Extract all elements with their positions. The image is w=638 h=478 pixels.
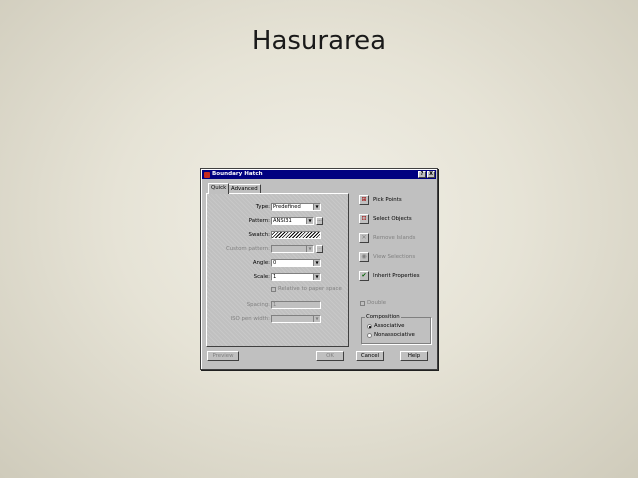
select-objects-icon[interactable]: ⊡	[359, 214, 369, 224]
relative-paper-space-label: Relative to paper space	[278, 286, 342, 292]
chevron-down-icon: ▼	[306, 246, 313, 252]
dialog-titlebar[interactable]: Boundary Hatch ? X	[202, 170, 436, 179]
composition-title: Composition	[365, 314, 401, 321]
composition-group: Composition Associative Nonassociative	[361, 314, 431, 344]
slide-title: Hasurarea	[251, 26, 387, 56]
pick-points-label: Pick Points	[373, 197, 402, 203]
associative-radio[interactable]	[367, 324, 372, 329]
relative-paper-space-checkbox[interactable]	[271, 287, 276, 292]
preview-button[interactable]: Preview	[207, 351, 239, 361]
ok-button[interactable]: OK	[316, 351, 344, 361]
associative-label: Associative	[374, 323, 405, 329]
cancel-button[interactable]: Cancel	[356, 351, 384, 361]
inherit-properties-label: Inherit Properties	[373, 273, 420, 279]
remove-islands-action[interactable]: ✕ Remove Islands	[359, 233, 439, 245]
view-selections-action[interactable]: ◉ View Selections	[359, 252, 439, 264]
swatch-preview[interactable]	[271, 231, 321, 239]
chevron-down-icon: ▼	[306, 218, 313, 224]
view-selections-icon[interactable]: ◉	[359, 252, 369, 262]
scale-dropdown[interactable]: 1 ▼	[271, 273, 321, 281]
spacing-input[interactable]: 1	[271, 301, 321, 309]
angle-value: 0	[273, 260, 277, 266]
iso-pen-width-label: ISO pen width:	[230, 316, 270, 322]
help-button[interactable]: Help	[400, 351, 428, 361]
boundary-hatch-dialog: Boundary Hatch ? X Quick Advanced Type: …	[200, 168, 438, 370]
custom-pattern-label: Custom pattern:	[226, 246, 270, 252]
pattern-dropdown[interactable]: ANSI31 ▼	[271, 217, 314, 225]
nonassociative-radio[interactable]	[367, 333, 372, 338]
type-value: Predefined	[273, 204, 301, 210]
remove-islands-icon[interactable]: ✕	[359, 233, 369, 243]
app-icon	[204, 171, 210, 178]
type-dropdown[interactable]: Predefined ▼	[271, 203, 321, 211]
pattern-value: ANSI31	[273, 218, 292, 224]
nonassociative-label: Nonassociative	[374, 332, 415, 338]
double-label: Double	[367, 300, 387, 306]
select-objects-label: Select Objects	[373, 216, 412, 222]
chevron-down-icon: ▼	[313, 204, 320, 210]
tab-quick[interactable]: Quick	[208, 183, 230, 194]
pick-points-action[interactable]: ⊞ Pick Points	[359, 195, 439, 207]
swatch-label: Swatch:	[248, 232, 270, 238]
pattern-browse-button[interactable]: …	[316, 217, 323, 225]
chevron-down-icon: ▼	[313, 316, 320, 322]
angle-dropdown[interactable]: 0 ▼	[271, 259, 321, 267]
pattern-label: Pattern:	[248, 218, 270, 224]
type-label: Type:	[255, 204, 270, 210]
close-button[interactable]: X	[427, 171, 435, 178]
custom-pattern-browse-button[interactable]: …	[316, 245, 323, 253]
custom-pattern-dropdown[interactable]: ▼	[271, 245, 314, 253]
pick-points-icon[interactable]: ⊞	[359, 195, 369, 205]
double-checkbox[interactable]	[360, 301, 365, 306]
scale-value: 1	[273, 274, 277, 280]
iso-pen-width-dropdown[interactable]: ▼	[271, 315, 321, 323]
view-selections-label: View Selections	[373, 254, 416, 260]
inherit-properties-icon[interactable]: ✔	[359, 271, 369, 281]
chevron-down-icon: ▼	[313, 274, 320, 280]
select-objects-action[interactable]: ⊡ Select Objects	[359, 214, 439, 226]
quick-tab-panel: Type: Predefined ▼ Pattern: ANSI31 ▼ … S…	[206, 193, 349, 347]
spacing-label: Spacing:	[246, 302, 270, 308]
inherit-properties-action[interactable]: ✔ Inherit Properties	[359, 271, 439, 283]
chevron-down-icon: ▼	[313, 260, 320, 266]
remove-islands-label: Remove Islands	[373, 235, 416, 241]
angle-label: Angle:	[252, 260, 270, 266]
scale-label: Scale:	[253, 274, 270, 280]
dialog-title: Boundary Hatch	[212, 171, 263, 177]
help-title-button[interactable]: ?	[418, 171, 426, 178]
